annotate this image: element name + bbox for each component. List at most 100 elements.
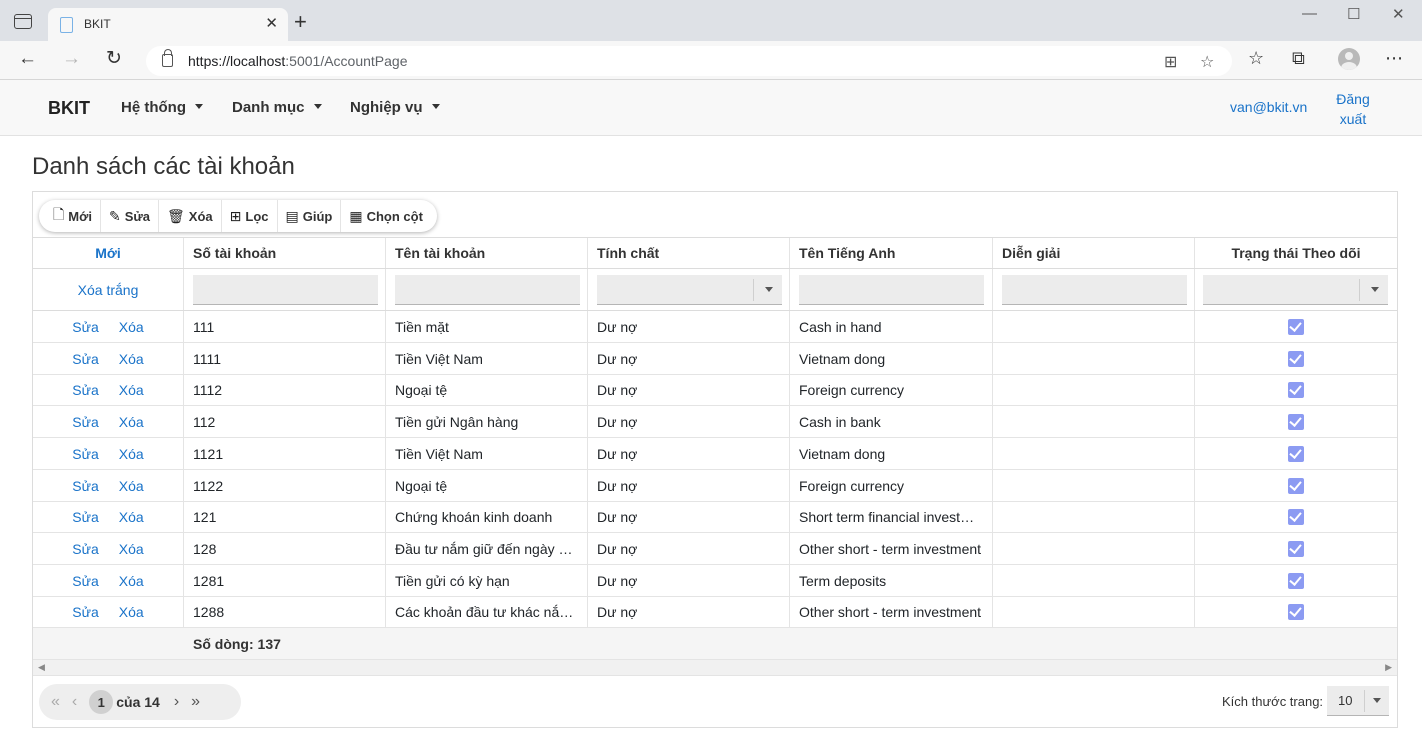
refresh-icon[interactable]: ↻	[106, 49, 122, 68]
close-tab-icon[interactable]: ✕	[265, 14, 278, 32]
app-install-icon[interactable]: ⊞	[1164, 52, 1177, 72]
tracking-checkbox[interactable]	[1288, 381, 1304, 398]
row-edit-link[interactable]: Sửa	[72, 382, 99, 398]
tracking-checkbox[interactable]	[1288, 413, 1304, 430]
add-favorite-icon[interactable]: ☆	[1200, 52, 1214, 72]
close-window-icon[interactable]: ✕	[1392, 5, 1405, 23]
row-delete-link[interactable]: Xóa	[119, 604, 144, 620]
caret-down-icon	[431, 104, 440, 109]
table-row[interactable]: Sửa Xóa 1281 Tiền gửi có kỳ hạn Dư nợ Term de…	[33, 565, 1397, 597]
clear-filter-link[interactable]: Xóa trắng	[33, 269, 184, 310]
last-page-icon[interactable]: »	[191, 693, 200, 711]
row-edit-link[interactable]: Sửa	[72, 414, 99, 430]
tracking-checkbox[interactable]	[1288, 350, 1304, 367]
row-delete-link[interactable]: Xóa	[119, 351, 144, 367]
row-edit-link[interactable]: Sửa	[72, 541, 99, 557]
delete-button[interactable]: 🗑 Xóa	[159, 200, 222, 232]
row-edit-link[interactable]: Sửa	[72, 573, 99, 589]
filter-code-input[interactable]	[193, 274, 378, 305]
tracking-checkbox[interactable]	[1288, 508, 1304, 525]
collections-icon[interactable]: ⧉	[1292, 49, 1305, 67]
filter-tracking-select[interactable]	[1203, 274, 1388, 305]
next-page-icon[interactable]: ›	[174, 693, 179, 711]
row-delete-link[interactable]: Xóa	[119, 478, 144, 494]
url-text[interactable]: https://localhost:5001/AccountPage	[188, 53, 408, 69]
row-delete-link[interactable]: Xóa	[119, 446, 144, 462]
tab-actions-icon[interactable]	[14, 14, 32, 29]
table-row[interactable]: Sửa Xóa 112 Tiền gửi Ngân hàng Dư nợ Cash in …	[33, 406, 1397, 438]
row-delete-link[interactable]: Xóa	[119, 382, 144, 398]
table-row[interactable]: Sửa Xóa 1121 Tiền Việt Nam Dư nợ Vietnam dong	[33, 438, 1397, 470]
menu-he-thong[interactable]: Hệ thống	[121, 99, 203, 116]
row-delete-link[interactable]: Xóa	[119, 573, 144, 589]
column-header-name[interactable]: Tên tài khoản	[386, 238, 588, 268]
page-size-select[interactable]: 10	[1327, 686, 1389, 716]
column-header-nature[interactable]: Tính chất	[588, 238, 790, 268]
cell-tracking	[1195, 438, 1397, 469]
table-row[interactable]: Sửa Xóa 128 Đầu tư nắm giữ đến ngày … Dư nợ O…	[33, 533, 1397, 565]
row-delete-link[interactable]: Xóa	[119, 319, 144, 335]
browser-tab[interactable]: BKIT ✕	[48, 8, 288, 41]
row-delete-link[interactable]: Xóa	[119, 414, 144, 430]
menu-danh-muc[interactable]: Danh mục	[232, 99, 322, 116]
filter-nature-select[interactable]	[597, 274, 782, 305]
prev-page-icon[interactable]: ‹	[72, 693, 77, 711]
row-edit-link[interactable]: Sửa	[72, 351, 99, 367]
edit-button[interactable]: ✎ Sửa	[101, 200, 160, 232]
header-new-link[interactable]: Mới	[33, 238, 184, 268]
address-bar[interactable]: https://localhost:5001/AccountPage ⊞ ☆	[146, 46, 1232, 76]
cell-tracking	[1195, 406, 1397, 437]
scroll-left-icon[interactable]: ◀	[38, 662, 45, 673]
new-document-icon: 🗋	[53, 206, 65, 222]
profile-avatar[interactable]	[1338, 48, 1360, 70]
filter-name-input[interactable]	[395, 274, 580, 305]
new-tab-icon[interactable]: +	[294, 11, 307, 33]
column-header-description[interactable]: Diễn giải	[993, 238, 1195, 268]
tracking-checkbox[interactable]	[1288, 603, 1304, 620]
choose-columns-button[interactable]: ▦ Chọn cột	[341, 200, 431, 232]
help-button[interactable]: ▤ Giúp	[278, 200, 342, 232]
row-edit-link[interactable]: Sửa	[72, 319, 99, 335]
logout-link[interactable]: Đăng xuất	[1322, 89, 1384, 129]
back-icon[interactable]: ←	[18, 49, 37, 68]
horizontal-scrollbar[interactable]: ◀ ▶	[33, 660, 1397, 676]
tracking-checkbox[interactable]	[1288, 572, 1304, 589]
menu-nghiep-vu[interactable]: Nghiệp vụ	[350, 99, 440, 116]
minimize-icon[interactable]: —	[1302, 5, 1317, 22]
filter-description-input[interactable]	[1002, 274, 1187, 305]
favorites-icon[interactable]: ☆	[1248, 49, 1264, 67]
row-edit-link[interactable]: Sửa	[72, 478, 99, 494]
row-delete-link[interactable]: Xóa	[119, 541, 144, 557]
tracking-checkbox[interactable]	[1288, 318, 1304, 335]
scroll-right-icon[interactable]: ▶	[1385, 662, 1392, 673]
tracking-checkbox[interactable]	[1288, 540, 1304, 557]
filter-button[interactable]: ⊞ Lọc	[222, 200, 278, 232]
column-header-english[interactable]: Tên Tiếng Anh	[790, 238, 993, 268]
row-actions: Sửa Xóa	[33, 343, 184, 374]
tracking-checkbox[interactable]	[1288, 445, 1304, 462]
table-row[interactable]: Sửa Xóa 1122 Ngoại tệ Dư nợ Foreign currency	[33, 470, 1397, 502]
first-page-icon[interactable]: «	[51, 693, 60, 711]
table-row[interactable]: Sửa Xóa 121 Chứng khoán kinh doanh Dư nợ Shor…	[33, 501, 1397, 533]
row-edit-link[interactable]: Sửa	[72, 509, 99, 525]
user-email-link[interactable]: van@bkit.vn	[1230, 99, 1307, 115]
table-row[interactable]: Sửa Xóa 111 Tiền mặt Dư nợ Cash in hand	[33, 311, 1397, 343]
column-header-tracking[interactable]: Trạng thái Theo dõi	[1195, 238, 1397, 268]
forward-icon[interactable]: →	[62, 49, 81, 68]
row-delete-link[interactable]: Xóa	[119, 509, 144, 525]
tracking-checkbox[interactable]	[1288, 477, 1304, 494]
row-edit-link[interactable]: Sửa	[72, 446, 99, 462]
lock-icon[interactable]	[162, 49, 173, 67]
maximize-icon[interactable]: ☐	[1347, 5, 1360, 23]
cell-description	[993, 565, 1195, 596]
row-edit-link[interactable]: Sửa	[72, 604, 99, 620]
brand-logo[interactable]: BKIT	[48, 98, 90, 119]
more-icon[interactable]: ⋯	[1385, 49, 1403, 67]
table-row[interactable]: Sửa Xóa 1288 Các khoản đầu tư khác nắ… Dư nợ…	[33, 596, 1397, 628]
new-button[interactable]: 🗋 Mới	[45, 200, 101, 232]
column-header-code[interactable]: Số tài khoản	[184, 238, 386, 268]
filter-english-input[interactable]	[799, 274, 984, 305]
current-page[interactable]: 1	[89, 690, 114, 714]
table-row[interactable]: Sửa Xóa 1111 Tiền Việt Nam Dư nợ Vietnam dong	[33, 343, 1397, 375]
table-row[interactable]: Sửa Xóa 1112 Ngoại tệ Dư nợ Foreign currency	[33, 374, 1397, 406]
